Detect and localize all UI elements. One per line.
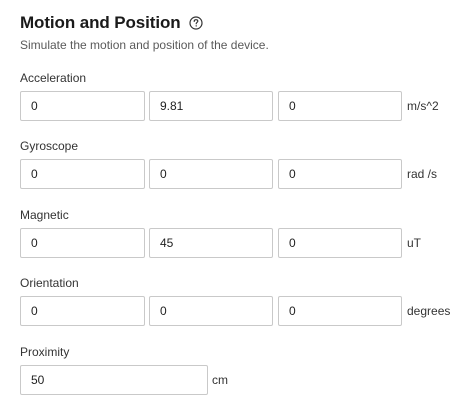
proximity-label: Proximity: [20, 345, 70, 359]
acceleration-x-input[interactable]: [20, 91, 145, 121]
orientation-label: Orientation: [20, 276, 79, 290]
gyroscope-z-input[interactable]: [278, 159, 402, 189]
magnetic-y-input[interactable]: [149, 228, 273, 258]
gyroscope-label: Gyroscope: [20, 139, 79, 153]
proximity-group: Proximity cm: [20, 344, 460, 395]
magnetic-label: Magnetic: [20, 208, 69, 222]
orientation-beta-input[interactable]: [149, 296, 273, 326]
magnetic-z-input[interactable]: [278, 228, 402, 258]
acceleration-y-input[interactable]: [149, 91, 273, 121]
orientation-row: degrees: [20, 296, 460, 326]
magnetic-x-input[interactable]: [20, 228, 145, 258]
acceleration-z-input[interactable]: [278, 91, 402, 121]
acceleration-unit: m/s^2: [407, 99, 439, 113]
help-circle-icon: [189, 16, 203, 30]
acceleration-label: Acceleration: [20, 71, 87, 85]
gyroscope-row: rad /s: [20, 159, 460, 189]
proximity-row: cm: [20, 365, 460, 395]
page-subtitle: Simulate the motion and position of the …: [20, 38, 269, 52]
proximity-unit: cm: [212, 373, 228, 387]
gyroscope-y-input[interactable]: [149, 159, 273, 189]
acceleration-row: m/s^2: [20, 91, 460, 121]
gyroscope-x-input[interactable]: [20, 159, 145, 189]
orientation-group: Orientation degrees: [20, 275, 460, 326]
orientation-unit: degrees: [407, 304, 451, 318]
gyroscope-group: Gyroscope rad /s: [20, 138, 460, 189]
orientation-gamma-input[interactable]: [278, 296, 402, 326]
page-title: Motion and Position: [20, 13, 181, 32]
proximity-input[interactable]: [20, 365, 208, 395]
magnetic-group: Magnetic uT: [20, 207, 460, 258]
magnetic-row: uT: [20, 228, 460, 258]
magnetic-unit: uT: [407, 236, 422, 250]
help-icon[interactable]: [189, 16, 204, 31]
motion-position-panel: Motion and Position Simulate the motion …: [20, 12, 460, 52]
gyroscope-unit: rad /s: [407, 167, 438, 181]
orientation-alpha-input[interactable]: [20, 296, 145, 326]
acceleration-group: Acceleration m/s^2: [20, 70, 460, 121]
header: Motion and Position: [20, 12, 460, 34]
